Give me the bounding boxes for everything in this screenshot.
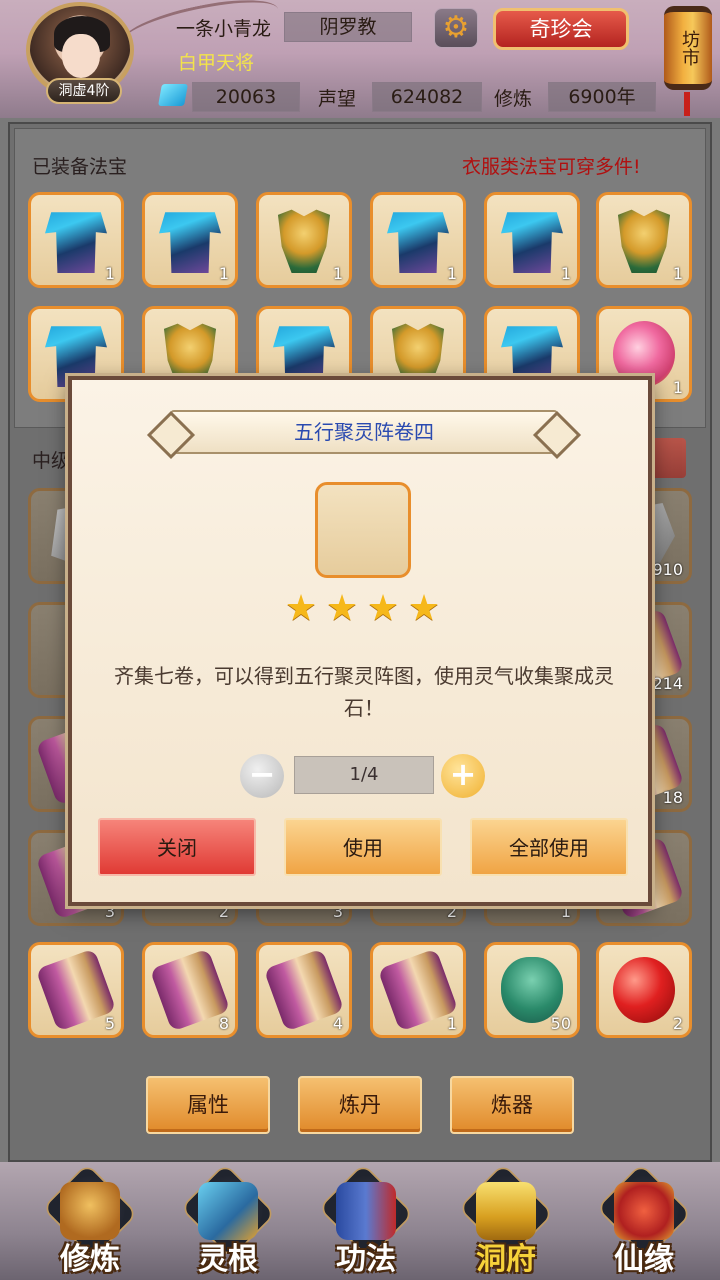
rank-badge: 洞虚4阶: [46, 78, 122, 104]
player-avatar[interactable]: 洞虚4阶: [26, 2, 138, 108]
attributes-button[interactable]: 属性: [146, 1076, 270, 1134]
blue-robe-icon: [387, 212, 449, 273]
dialog-title-bar: 五行聚灵阵卷四: [170, 410, 558, 454]
equip-notice: 衣服类法宝可穿多件!: [462, 156, 641, 178]
nav-fate[interactable]: 仙缘: [584, 1162, 704, 1277]
lantern-tassel: [684, 92, 690, 116]
treasure-fair-button[interactable]: 奇珍会: [493, 8, 629, 50]
sect-name: 阴罗教: [284, 12, 412, 42]
equipped-slot[interactable]: 1: [28, 192, 124, 288]
nav-spirit-root[interactable]: 灵根: [168, 1162, 288, 1277]
scroll-icon: [320, 469, 406, 501]
player-name: 一条小青龙: [176, 18, 272, 40]
meditation-icon: [60, 1182, 120, 1240]
item-count: 1: [560, 264, 571, 283]
alchemy-button[interactable]: 炼丹: [298, 1076, 422, 1134]
item-count: 1: [672, 264, 683, 283]
decrease-quantity-button[interactable]: −: [240, 754, 284, 798]
blue-robe-icon: [45, 212, 107, 273]
item-count: 2: [672, 1014, 683, 1033]
item-count: 5: [104, 1014, 115, 1033]
settings-gear-icon[interactable]: ⚙: [434, 8, 478, 48]
gold-armor-icon: [617, 209, 671, 273]
cultivation-value: 6900年: [548, 82, 656, 112]
nav-cave-dwelling[interactable]: 洞府: [446, 1162, 566, 1277]
item-count: 1: [104, 264, 115, 283]
nav-label: 修炼: [60, 1242, 120, 1277]
nav-cultivate[interactable]: 修炼: [30, 1162, 150, 1277]
equipped-slot[interactable]: 1: [256, 192, 352, 288]
item-count: 1: [672, 378, 683, 397]
inventory-label: 中级: [32, 450, 71, 472]
cultivation-label: 修炼: [494, 88, 533, 110]
item-count: 214: [652, 674, 683, 693]
equipped-slot[interactable]: 1: [142, 192, 238, 288]
book-icon: [336, 1182, 396, 1240]
dialog-item-slot: [315, 469, 411, 578]
nav-label: 洞府: [476, 1242, 536, 1277]
inventory-slot[interactable]: 2: [596, 942, 692, 1038]
close-button[interactable]: 关闭: [98, 818, 256, 876]
blue-robe-icon: [501, 212, 563, 273]
dialog-title: 五行聚灵阵卷四: [294, 420, 434, 444]
nav-label: 仙缘: [614, 1242, 674, 1277]
quantity-field[interactable]: 1/4: [294, 756, 434, 794]
top-status-bar: 洞虚4阶 一条小青龙 阴罗教 ⚙ 奇珍会 白甲天将 20063 声望 62408…: [0, 0, 720, 118]
item-count: 4: [332, 1014, 343, 1033]
nav-techniques[interactable]: 功法: [306, 1162, 426, 1277]
item-count: 1: [446, 1014, 457, 1033]
item-count: 18: [662, 788, 683, 807]
sword-icon: [198, 1182, 258, 1240]
spirit-gem-icon: [158, 84, 188, 106]
nav-label: 功法: [336, 1242, 396, 1277]
gem-count: 20063: [192, 82, 300, 112]
item-count: 910: [652, 560, 683, 579]
market-lantern-label: 坊市: [664, 6, 712, 90]
item-count: 1: [446, 264, 457, 283]
palace-icon: [476, 1182, 536, 1240]
reputation-label: 声望: [318, 88, 357, 110]
forging-button[interactable]: 炼器: [450, 1076, 574, 1134]
star-rating: ★ ★ ★ ★: [282, 590, 446, 630]
inventory-slot[interactable]: 1: [370, 942, 466, 1038]
nav-label: 灵根: [198, 1242, 258, 1277]
inventory-slot[interactable]: 5: [28, 942, 124, 1038]
reputation-value: 624082: [372, 82, 482, 112]
equipped-slot[interactable]: 1: [596, 192, 692, 288]
star-icon: ★: [325, 588, 359, 629]
avatar-face: [62, 34, 100, 78]
player-title: 白甲天将: [178, 52, 255, 74]
item-description: 齐集七卷，可以得到五行聚灵阵图，使用灵气收集聚成灵石！: [114, 664, 614, 720]
inventory-slot[interactable]: 4: [256, 942, 352, 1038]
inventory-slot[interactable]: 8: [142, 942, 238, 1038]
use-all-button[interactable]: 全部使用: [470, 818, 628, 876]
item-detail-dialog: 五行聚灵阵卷四 ★ ★ ★ ★ 齐集七卷，可以得到五行聚灵阵图，使用灵气收集聚成…: [68, 376, 652, 906]
blue-robe-icon: [159, 212, 221, 273]
item-count: 1: [332, 264, 343, 283]
star-icon: ★: [407, 588, 441, 629]
equipped-slot[interactable]: 1: [484, 192, 580, 288]
item-count: 8: [218, 1014, 229, 1033]
star-icon: ★: [366, 588, 400, 629]
inventory-slot[interactable]: 50: [484, 942, 580, 1038]
equipped-slot[interactable]: 1: [370, 192, 466, 288]
equipped-label: 已装备法宝: [32, 156, 128, 178]
item-count: 50: [550, 1014, 571, 1033]
star-icon: ★: [284, 588, 318, 629]
use-button[interactable]: 使用: [284, 818, 442, 876]
gold-armor-icon: [277, 209, 331, 273]
bottom-navigation: 修炼 灵根 功法 洞府 仙缘: [0, 1162, 720, 1280]
item-count: 1: [218, 264, 229, 283]
red-orb-icon: [613, 957, 675, 1023]
market-lantern-button[interactable]: 坊市: [660, 0, 716, 116]
increase-quantity-button[interactable]: +: [441, 754, 485, 798]
gourd-icon: [614, 1182, 674, 1240]
